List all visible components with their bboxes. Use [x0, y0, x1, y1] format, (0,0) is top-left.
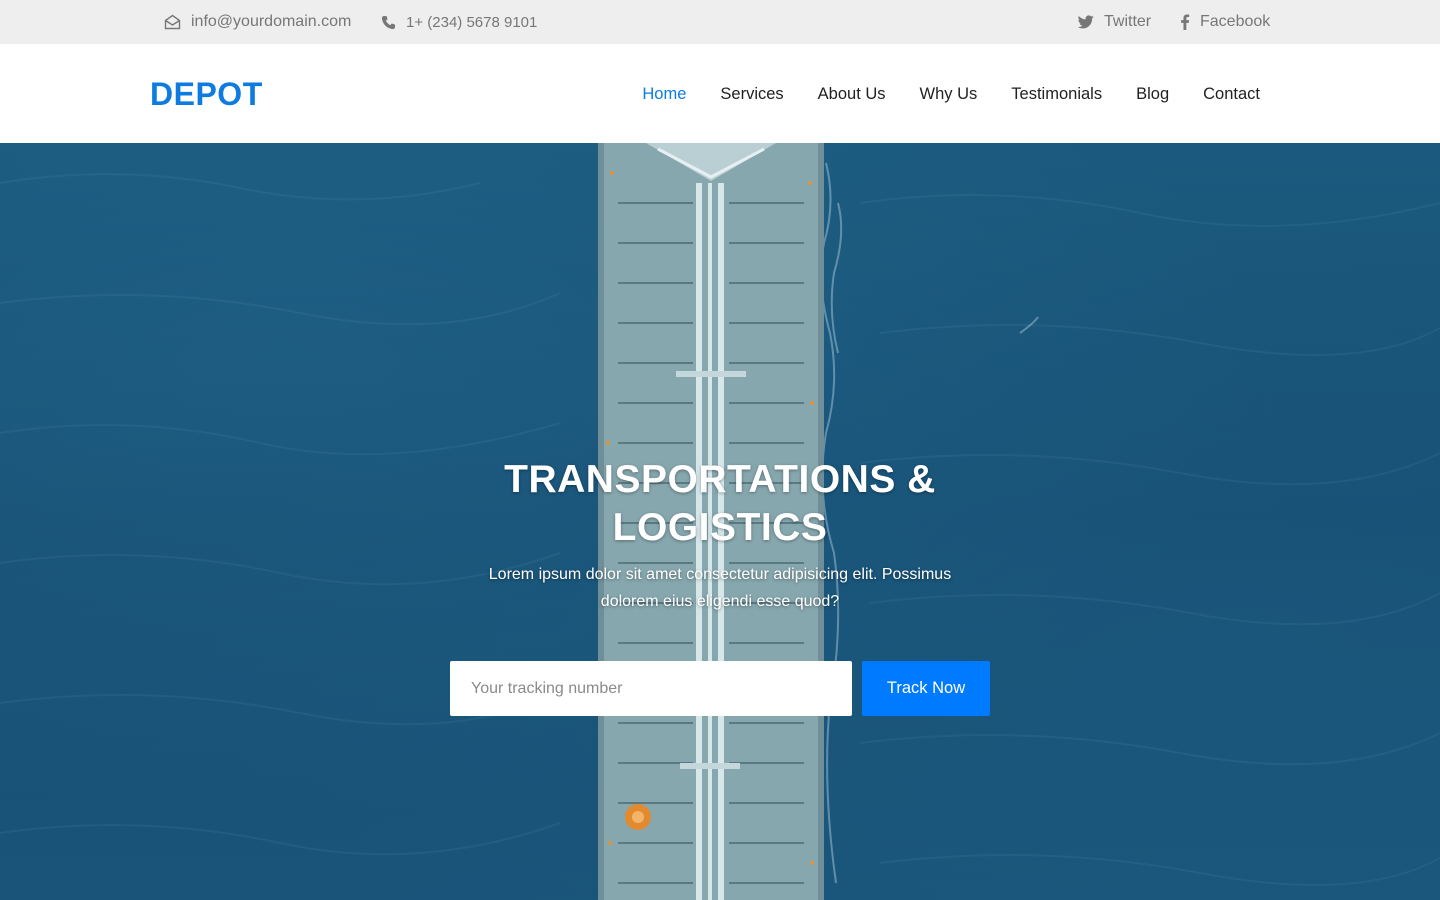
hero-subtitle: Lorem ipsum dolor sit amet consectetur a…	[488, 566, 952, 610]
envelope-open-icon	[164, 14, 181, 30]
topbar-phone-text: 1+ (234) 5678 9101	[406, 13, 538, 31]
nav-services[interactable]: Services	[720, 84, 783, 104]
topbar-email[interactable]: info@yourdomain.com	[164, 0, 351, 44]
twitter-icon	[1078, 15, 1094, 29]
nav-testimonials[interactable]: Testimonials	[1011, 84, 1102, 104]
main-nav: Home Services About Us Why Us Testimonia…	[608, 44, 1260, 143]
nav-about-us[interactable]: About Us	[818, 84, 886, 104]
topbar-email-text: info@yourdomain.com	[191, 13, 352, 30]
site-header: DEPOT Home Services About Us Why Us Test…	[0, 44, 1440, 143]
tracking-number-input[interactable]	[450, 661, 852, 716]
topbar-phone[interactable]: 1+ (234) 5678 9101	[381, 0, 537, 44]
nav-home[interactable]: Home	[642, 84, 686, 104]
facebook-icon	[1181, 14, 1190, 30]
nav-blog[interactable]: Blog	[1136, 84, 1169, 104]
hero-title: TRANSPORTATIONS & LOGISTICS	[504, 458, 936, 549]
twitter-link-text: Twitter	[1104, 13, 1152, 30]
phone-icon	[381, 15, 396, 29]
nav-contact[interactable]: Contact	[1203, 84, 1260, 104]
facebook-link[interactable]: Facebook	[1180, 0, 1270, 44]
nav-why-us[interactable]: Why Us	[920, 84, 978, 104]
site-logo[interactable]: DEPOT	[150, 74, 263, 114]
track-now-button[interactable]: Track Now	[862, 661, 990, 716]
top-bar: info@yourdomain.com 1+ (234) 5678 9101 T…	[0, 0, 1440, 44]
facebook-link-text: Facebook	[1200, 13, 1271, 30]
hero-section: TRANSPORTATIONS & LOGISTICS Lorem ipsum …	[0, 143, 1440, 900]
twitter-link[interactable]: Twitter	[1078, 0, 1151, 44]
